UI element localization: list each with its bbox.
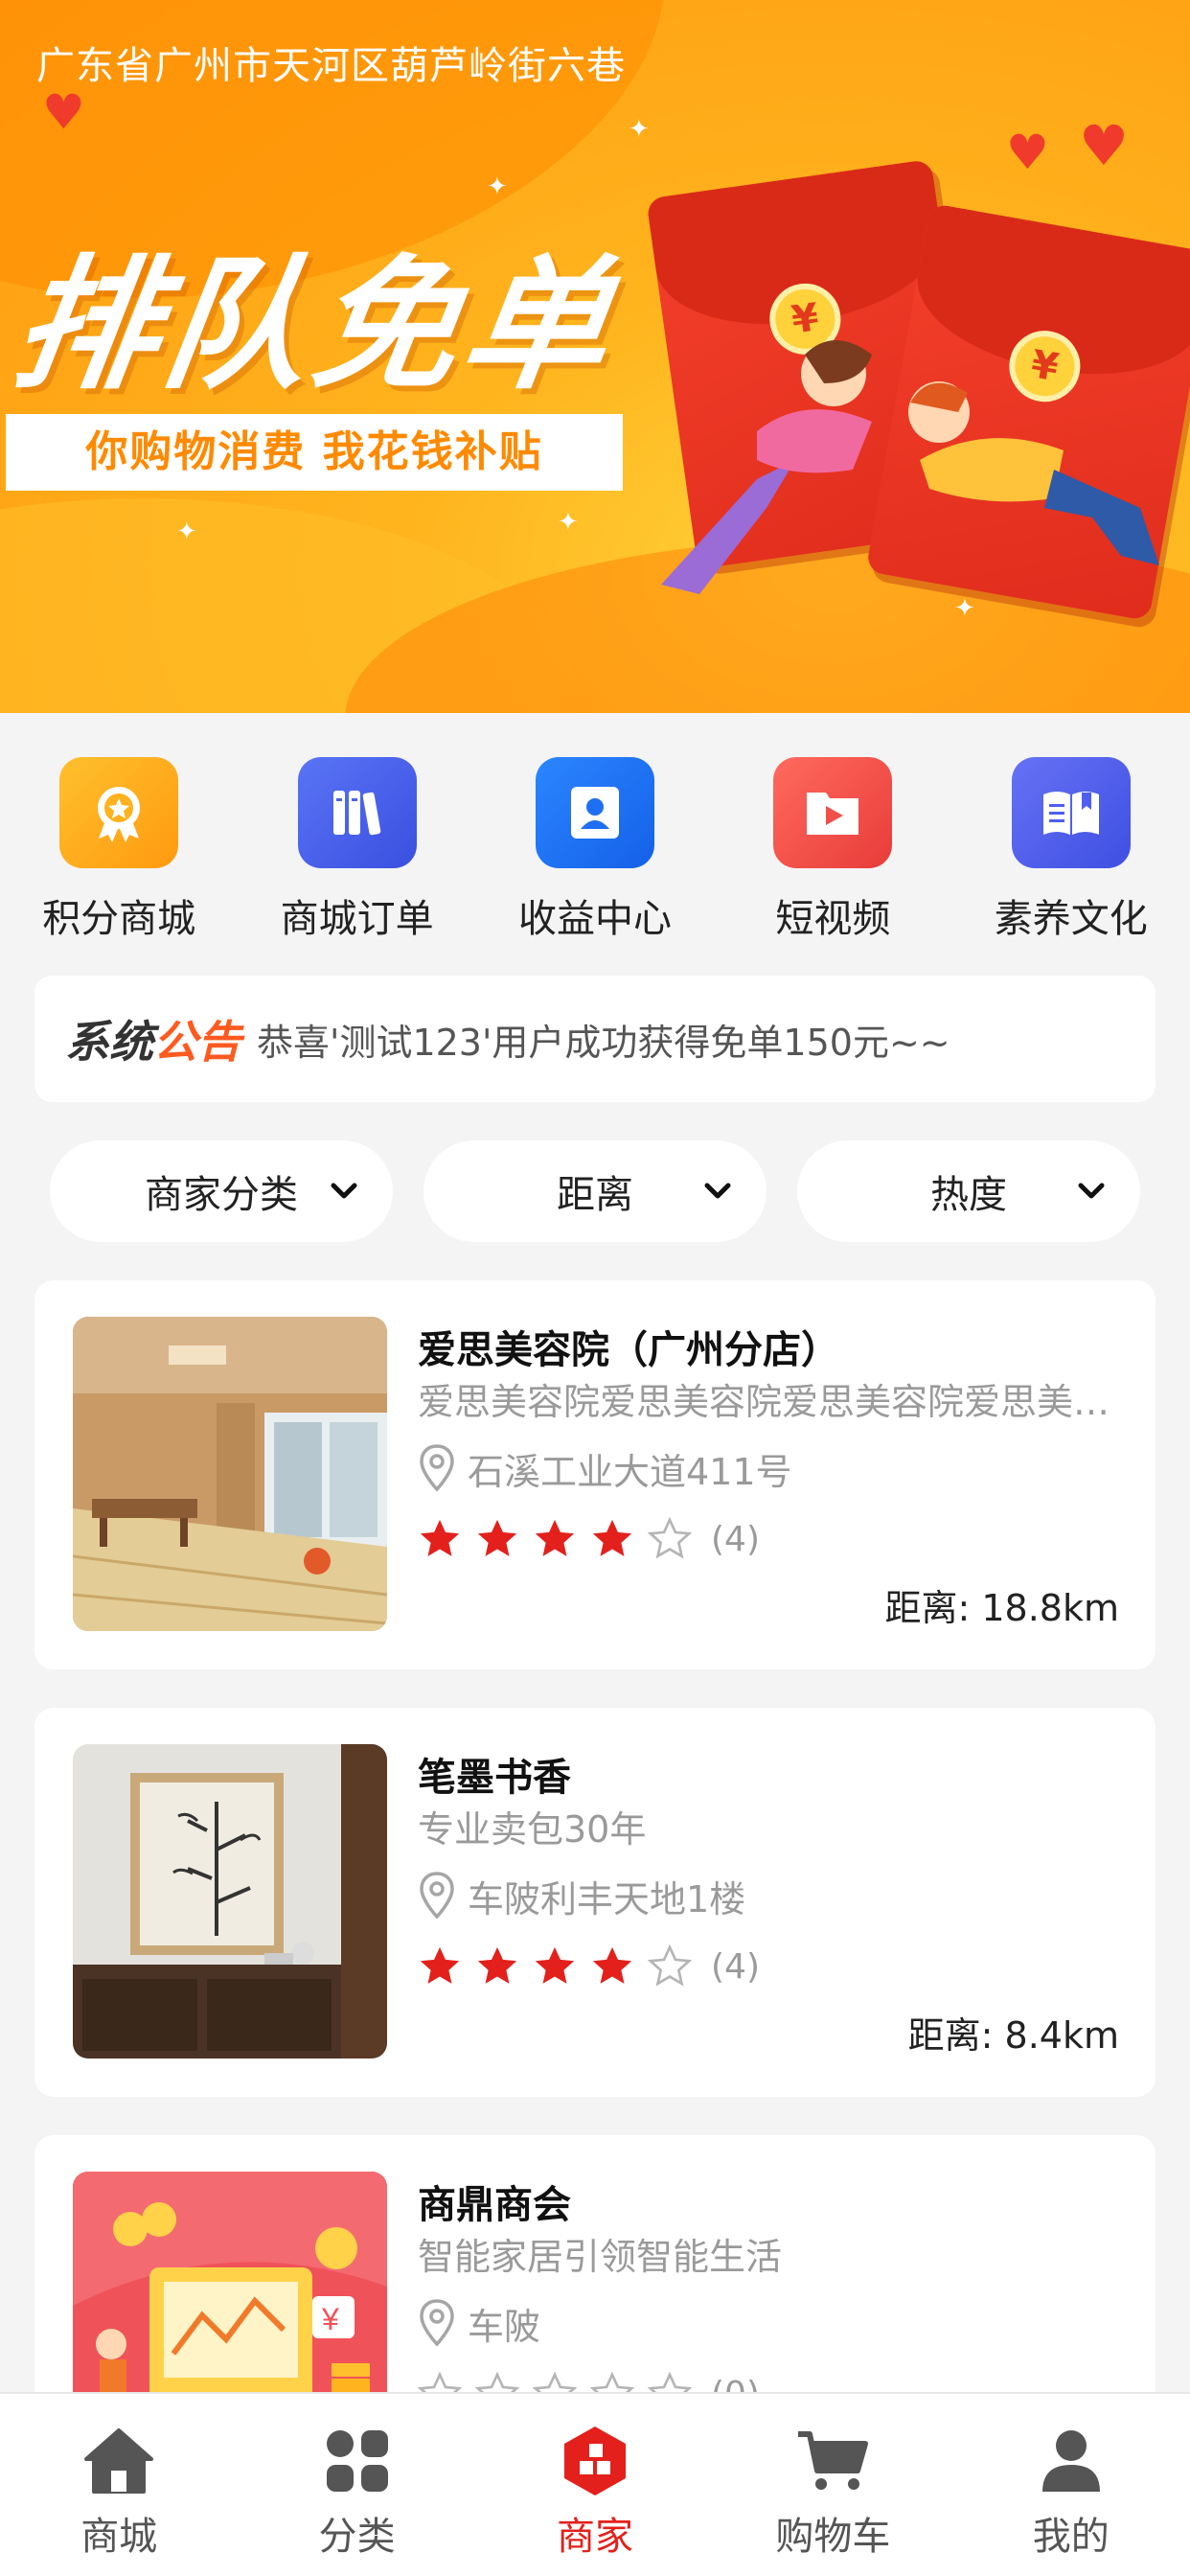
shop-description: 智能家居引领智能生活 (418, 2236, 783, 2275)
shop-rating: (4) (418, 1512, 1119, 1566)
heart-icon: ♥ (1079, 113, 1129, 178)
sparkle-icon: ✦ (629, 115, 650, 144)
quick-item-label: 素养文化 (994, 897, 1148, 941)
star-filled-icon (420, 1946, 460, 1984)
tab-mall[interactable]: 商城 (0, 2394, 238, 2576)
rating-count: (4) (711, 1519, 760, 1559)
star-filled-icon (420, 1519, 460, 1556)
filter-label: 热度 (930, 1173, 1007, 1217)
shop-name: 商鼎商会 (418, 2183, 571, 2223)
filter-distance[interactable]: 距离 (423, 1140, 767, 1242)
filter-label: 距离 (557, 1173, 633, 1217)
notice-tag: 系统公告 (65, 1007, 241, 1070)
flying-couple-illustration (661, 340, 1159, 594)
open-book-icon (1011, 757, 1131, 868)
shop-photo (73, 1744, 387, 2058)
star-filled-icon (592, 1946, 632, 1984)
shop-info: 笔墨书香 专业卖包30年 车陂利丰天地1楼 (4) (418, 1746, 1119, 1993)
quick-item-points-mall[interactable]: 积分商城 (0, 757, 238, 949)
system-notice[interactable]: 系统公告 恭喜'测试123'用户成功获得免单150元~~ (34, 976, 1156, 1102)
shop-address: 车陂 (418, 2296, 1119, 2350)
shop-icon (563, 2426, 626, 2496)
quick-item-culture[interactable]: 素养文化 (952, 757, 1190, 949)
bottom-tab-bar: 商城 分类 商家 购物车 我的 (0, 2392, 1190, 2576)
shop-distance: 距离: 18.8km (884, 1587, 1119, 1629)
quick-item-label: 积分商城 (42, 897, 196, 941)
shop-card[interactable]: 爱思美容院（广州分店） 爱思美容院爱思美容院爱思美容院爱思美容院爱思美容院 石溪… (34, 1280, 1156, 1669)
tab-label: 商城 (80, 2515, 158, 2559)
shop-name: 笔墨书香 (418, 1756, 571, 1796)
star-filled-icon (535, 1946, 575, 1984)
heart-icon: ♥ (42, 84, 85, 140)
sparkle-icon: ✦ (487, 172, 508, 201)
filter-category[interactable]: 商家分类 (50, 1140, 393, 1242)
quick-item-mall-orders[interactable]: 商城订单 (238, 757, 475, 949)
shop-info: 商鼎商会 智能家居引领智能生活 车陂 (0) (418, 2174, 1119, 2421)
shop-address: 车陂利丰天地1楼 (418, 1869, 1119, 1922)
shop-description: 专业卖包30年 (418, 1808, 647, 1848)
sparkle-icon: ✦ (558, 508, 579, 537)
user-icon (1041, 2430, 1100, 2492)
location-address[interactable]: 广东省广州市天河区葫芦岭街六巷 (36, 34, 626, 90)
filter-popularity[interactable]: 热度 (797, 1140, 1140, 1242)
star-empty-icon (648, 1944, 692, 1987)
shop-info: 爱思美容院（广州分店） 爱思美容院爱思美容院爱思美容院爱思美容院爱思美容院 石溪… (418, 1319, 1119, 1566)
shop-address-text: 石溪工业大道411号 (468, 1450, 792, 1493)
grid-icon (326, 2430, 388, 2492)
shop-card[interactable]: 笔墨书香 专业卖包30年 车陂利丰天地1楼 (4) 距离: 8.4km (34, 1708, 1156, 2097)
promo-banner[interactable]: ♥ ♥ ♥ ✦ ✦ ✦ ✦ ✦ ¥ ¥ 广东省广州市天河区葫芦岭街六巷 排队免单… (0, 0, 1190, 713)
quick-item-label: 商城订单 (280, 897, 434, 941)
location-pin-icon (420, 2299, 454, 2347)
notice-tag-announcement: 公告 (153, 1016, 241, 1068)
shop-address-text: 车陂 (468, 2305, 541, 2348)
promo-subtitle: 你购物消费 我花钱补贴 (85, 427, 543, 476)
play-video-icon (773, 757, 893, 868)
shop-distance: 距离: 8.4km (907, 2014, 1119, 2057)
chevron-down-icon (331, 1183, 357, 1199)
star-filled-icon (477, 1519, 517, 1556)
shop-address: 石溪工业大道411号 (418, 1441, 1119, 1495)
chevron-down-icon (704, 1183, 731, 1199)
star-filled-icon (535, 1519, 575, 1556)
tab-label: 我的 (1032, 2515, 1110, 2559)
tab-label: 商家 (556, 2515, 633, 2559)
star-filled-icon (477, 1946, 517, 1984)
cart-icon (798, 2431, 869, 2490)
tab-label: 购物车 (775, 2515, 891, 2559)
heart-icon: ♥ (1006, 125, 1049, 180)
location-pin-icon (420, 1444, 454, 1492)
svg-text:¥: ¥ (321, 2302, 339, 2336)
shop-address-text: 车陂利丰天地1楼 (468, 1877, 746, 1920)
notice-text: 恭喜'测试123'用户成功获得免单150元~~ (257, 1021, 950, 1064)
books-icon (297, 757, 417, 868)
star-filled-icon (592, 1519, 632, 1556)
quick-menu: 积分商城 商城订单 收益中心 短视频 素养文化 (0, 757, 1190, 949)
medal-icon (59, 757, 179, 868)
filter-bar: 商家分类 距离 热度 (50, 1140, 1140, 1242)
tab-profile[interactable]: 我的 (952, 2394, 1190, 2576)
promo-title: 排队免单 (3, 242, 626, 409)
quick-item-short-video[interactable]: 短视频 (714, 757, 951, 949)
shop-name: 爱思美容院（广州分店） (418, 1328, 839, 1368)
rating-count: (4) (711, 1946, 760, 1987)
star-empty-icon (648, 1517, 692, 1559)
tab-merchants[interactable]: 商家 (476, 2394, 714, 2576)
tab-label: 分类 (318, 2515, 396, 2559)
notice-tag-system: 系统 (65, 1016, 153, 1068)
quick-item-earnings-center[interactable]: 收益中心 (476, 757, 714, 949)
tab-category[interactable]: 分类 (238, 2394, 475, 2576)
tab-cart[interactable]: 购物车 (714, 2394, 951, 2576)
location-pin-icon (420, 1872, 454, 1920)
chevron-down-icon (1078, 1183, 1105, 1199)
quick-item-label: 收益中心 (517, 897, 672, 941)
sparkle-icon: ✦ (176, 518, 197, 546)
contact-card-icon (535, 757, 654, 868)
shop-description: 爱思美容院爱思美容院爱思美容院爱思美容院爱思美容院 (418, 1381, 1119, 1420)
shop-photo (73, 1317, 387, 1631)
quick-item-label: 短视频 (775, 897, 891, 941)
filter-label: 商家分类 (145, 1173, 298, 1217)
shop-rating: (4) (418, 1940, 1119, 1993)
home-icon (84, 2428, 154, 2494)
